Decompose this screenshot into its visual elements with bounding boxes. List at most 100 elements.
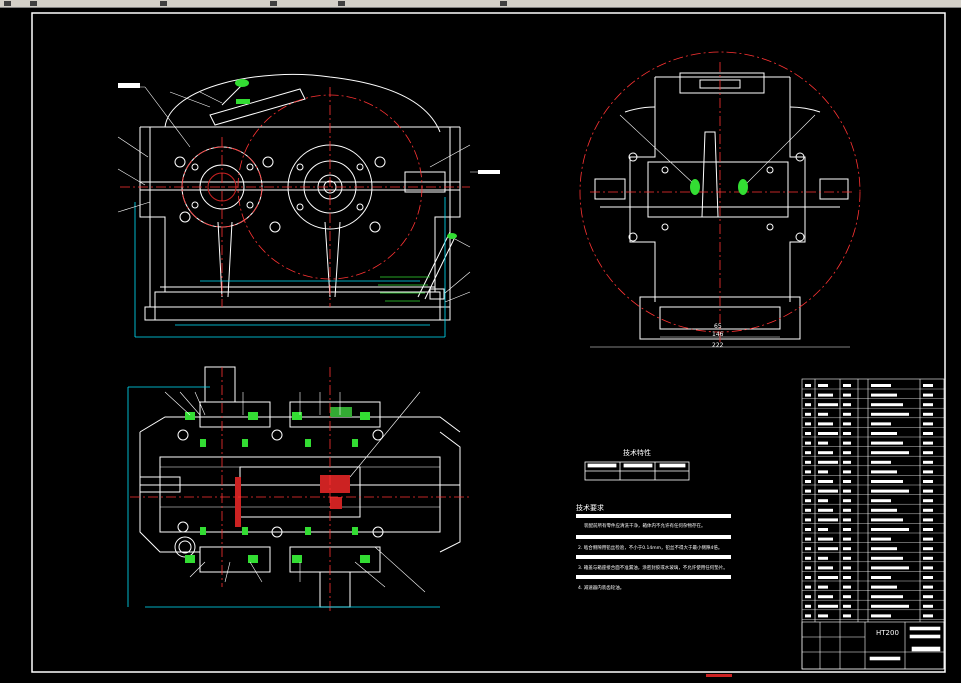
front-leaders xyxy=(117,86,500,303)
file-icon[interactable] xyxy=(4,1,11,6)
parts-row-cell xyxy=(805,537,811,541)
parts-row-cell xyxy=(805,576,811,579)
parts-row-cell xyxy=(805,528,811,531)
parts-row-cell xyxy=(805,556,811,560)
parts-row-cell xyxy=(843,547,851,551)
parts-row-cell xyxy=(871,528,909,531)
parts-row-cell xyxy=(871,499,891,503)
parts-row-cell xyxy=(871,614,891,618)
parts-row-cell xyxy=(818,508,833,512)
zoom-icon[interactable] xyxy=(338,1,345,6)
pan-icon[interactable] xyxy=(270,1,277,6)
green-details-front xyxy=(235,79,457,239)
parts-row-cell xyxy=(871,480,903,483)
parts-row-cell xyxy=(805,441,811,445)
undo-icon[interactable] xyxy=(160,1,167,6)
parts-row-cell xyxy=(843,604,851,608)
parts-row-cell xyxy=(818,393,833,397)
parts-row-cell xyxy=(923,508,933,512)
tech-req-4: 4. 减速器内装齿轮油。 xyxy=(578,584,624,591)
parts-row-cell xyxy=(871,547,897,551)
parts-row-cell xyxy=(818,604,838,608)
parts-row-cell xyxy=(818,556,828,560)
parts-row-cell xyxy=(805,384,811,387)
parts-row-cell xyxy=(843,614,851,618)
parts-row-cell xyxy=(843,566,851,570)
parts-row-cell xyxy=(923,412,933,416)
parts-row-cell xyxy=(923,489,933,493)
parts-row-cell xyxy=(805,489,811,493)
outer-border xyxy=(31,12,946,673)
parts-list-rows xyxy=(802,384,944,620)
parts-row-cell xyxy=(843,393,851,397)
parts-row-cell xyxy=(923,585,933,589)
side-green xyxy=(690,179,748,195)
parts-row-cell xyxy=(843,441,851,445)
parts-row-cell xyxy=(805,451,811,455)
side-view-center-lines xyxy=(579,51,861,342)
parts-row-cell xyxy=(805,604,811,608)
parts-row-cell xyxy=(818,547,838,551)
layer-icon[interactable] xyxy=(500,1,507,6)
parts-row-cell xyxy=(818,422,833,426)
tech-req-3: 3. 箱盖与箱座接合面不准漏油，涂密封胶或水玻璃，不允许使用任何垫片。 xyxy=(578,564,728,571)
parts-row-cell xyxy=(871,489,909,493)
parts-row-cell xyxy=(818,499,828,503)
parts-row-cell xyxy=(818,412,828,416)
parts-row-cell xyxy=(818,614,828,618)
parts-row-cell xyxy=(923,460,933,464)
tech-characteristics-table xyxy=(584,461,690,481)
parts-row-cell xyxy=(805,470,811,474)
parts-row-cell xyxy=(923,451,933,455)
tech-req-bar-3 xyxy=(576,555,731,559)
parts-row-cell xyxy=(843,460,851,464)
side-dim-inner: 146 xyxy=(712,331,724,338)
parts-row-cell xyxy=(818,384,828,387)
parts-row-cell xyxy=(843,537,851,541)
front-view-center-lines xyxy=(120,87,470,307)
parts-row-cell xyxy=(923,537,933,541)
parts-row-cell xyxy=(923,595,933,599)
parts-row-cell xyxy=(818,480,833,483)
bottom-mark xyxy=(706,674,732,677)
parts-row-cell xyxy=(805,393,811,397)
parts-row-cell xyxy=(871,537,891,541)
parts-row-cell xyxy=(923,384,933,387)
parts-row-cell xyxy=(818,518,838,522)
parts-row-cell xyxy=(818,566,833,570)
front-view xyxy=(139,74,461,321)
parts-row-cell xyxy=(923,528,933,531)
parts-row-cell xyxy=(805,595,811,599)
parts-row-cell xyxy=(923,499,933,503)
parts-row-cell xyxy=(843,403,851,407)
drawing-canvas[interactable]: 222 146 65 技术特性 技术要求 装配前所有零件应清洗干净，箱体内不允许… xyxy=(0,7,961,683)
parts-row-cell xyxy=(843,595,851,599)
parts-row-cell xyxy=(818,470,828,474)
title-block xyxy=(801,621,945,670)
parts-row-cell xyxy=(818,403,838,407)
parts-row-cell xyxy=(843,556,851,560)
parts-row-cell xyxy=(923,518,933,522)
parts-row-cell xyxy=(818,432,838,435)
parts-row-cell xyxy=(871,604,909,608)
tech-req-bar-1 xyxy=(576,514,731,518)
parts-row-cell xyxy=(923,432,933,435)
parts-row-cell xyxy=(818,460,838,464)
parts-row-cell xyxy=(818,528,828,531)
parts-row-cell xyxy=(871,422,891,426)
parts-row-cell xyxy=(923,556,933,560)
parts-row-cell xyxy=(805,508,811,512)
parts-row-cell xyxy=(843,432,851,435)
parts-row-cell xyxy=(871,595,903,599)
parts-row-cell xyxy=(871,585,897,589)
open-icon[interactable] xyxy=(30,1,37,6)
parts-row-cell xyxy=(805,403,811,407)
parts-row-cell xyxy=(843,384,851,387)
front-dims xyxy=(134,197,446,338)
parts-row-cell xyxy=(805,518,811,522)
side-dim-width: 222 xyxy=(712,342,724,349)
tech-requirements-title: 技术要求 xyxy=(576,503,604,512)
parts-row-cell xyxy=(818,576,838,579)
parts-row-cell xyxy=(843,470,851,474)
tech-req-2: 2. 啮合侧隙用铅丝检验，不小于0.14mm，铅丝不得大于最小侧隙4倍。 xyxy=(578,544,722,551)
